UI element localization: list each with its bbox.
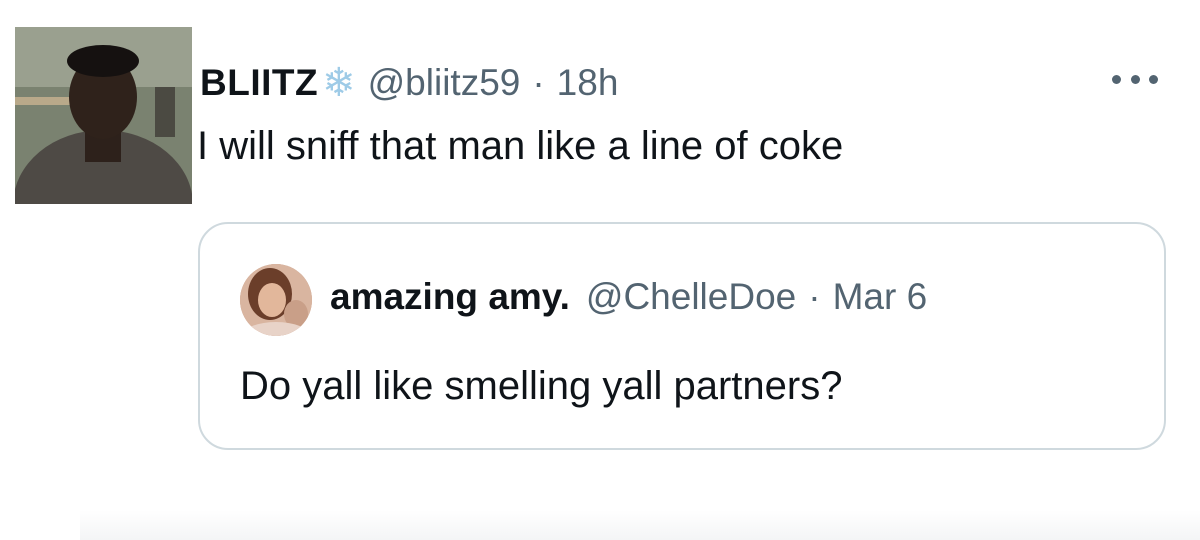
quoted-author-display-name[interactable]: amazing amy. [330,276,570,318]
quoted-author-handle[interactable]: @ChelleDoe [586,276,796,318]
separator-dot: · [532,62,545,103]
author-handle[interactable]: @bliitz59 [368,62,521,104]
quoted-tweet-timestamp[interactable]: Mar 6 [833,276,928,318]
tweet-text: I will sniff that man like a line of cok… [197,124,844,168]
author-avatar[interactable] [15,27,192,204]
more-options-button[interactable] [1112,68,1158,90]
quoted-tweet-text: Do yall like smelling yall partners? [240,364,843,408]
tweet-timestamp[interactable]: 18h [557,62,619,104]
separator-dot: · [808,276,821,317]
more-dot-icon [1130,74,1140,84]
quoted-tweet-header: amazing amy. @ChelleDoe · Mar 6 [330,276,927,318]
tweet[interactable]: BLIITZ ❄ @bliitz59 · 18h I will sniff th… [0,0,1200,540]
snowflake-icon: ❄ [322,61,356,105]
tweet-header: BLIITZ ❄ @bliitz59 · 18h [200,60,618,106]
author-display-name[interactable]: BLIITZ [200,62,318,104]
more-dot-icon [1112,74,1121,84]
quoted-tweet-card[interactable]: amazing amy. @ChelleDoe · Mar 6 Do yall … [198,222,1166,450]
quoted-author-avatar[interactable] [240,264,312,336]
more-dot-icon [1149,74,1158,84]
divider [80,510,1200,540]
